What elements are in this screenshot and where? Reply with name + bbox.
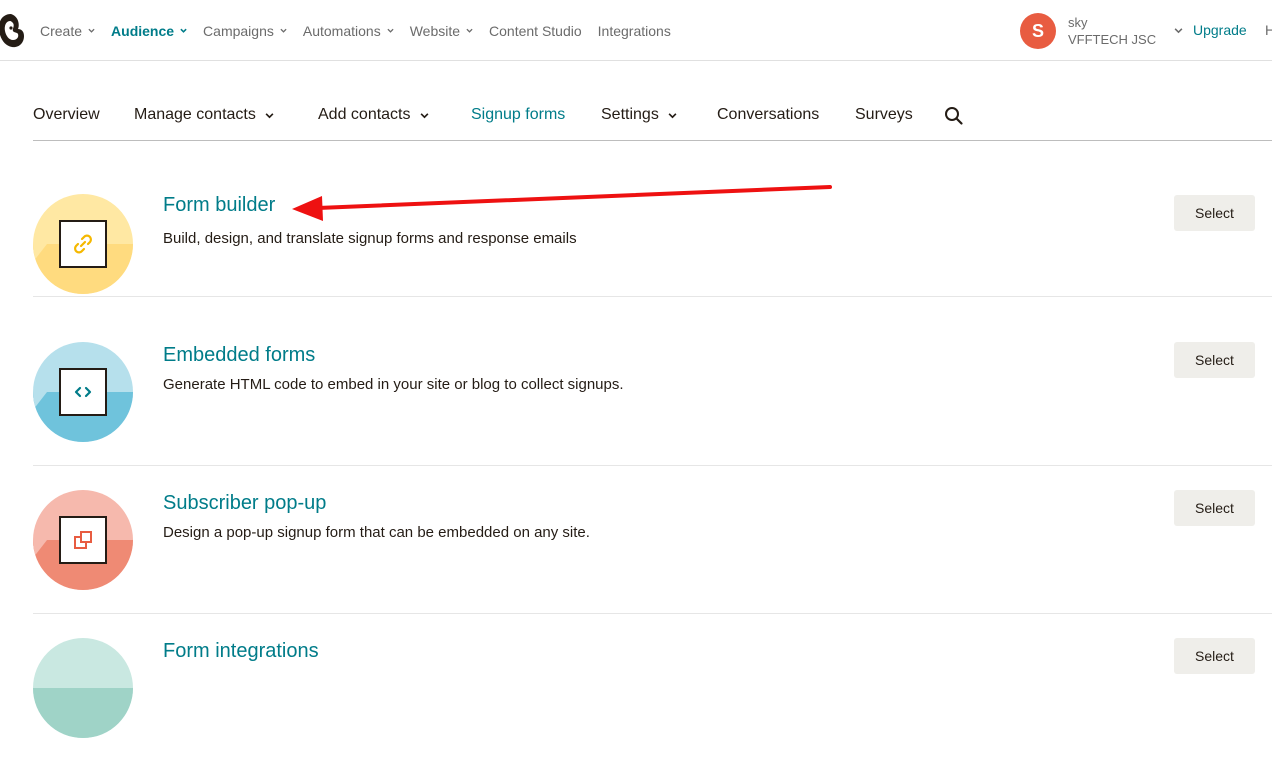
list-item-embedded-forms: Embedded forms Generate HTML code to emb… [33, 318, 1272, 466]
nav-integrations[interactable]: Integrations [598, 23, 671, 39]
mailchimp-logo-icon[interactable] [0, 12, 26, 50]
chevron-down-icon [387, 27, 394, 34]
tab-overview-label: Overview [33, 106, 100, 123]
chevron-down-icon [420, 111, 429, 120]
popup-icon [59, 516, 107, 564]
account-org: VFFTECH JSC [1068, 32, 1157, 47]
tab-settings-label: Settings [601, 106, 659, 123]
nav-automations-label: Automations [302, 22, 381, 39]
account-user: sky [1068, 15, 1088, 30]
form-builder-description: Build, design, and translate signup form… [163, 230, 577, 247]
nav-content-studio-label: Content Studio [489, 22, 582, 39]
list-item-subscriber-popup: Subscriber pop-up Design a pop-up signup… [33, 466, 1272, 614]
link-icon [59, 220, 107, 268]
embedded-forms-description: Generate HTML code to embed in your site… [163, 376, 624, 393]
nav-website[interactable]: Website [410, 23, 473, 39]
top-navigation: Create Audience Campaigns Automations We… [0, 0, 1272, 61]
list-item-form-integrations: Form integrations Select [33, 614, 1272, 762]
nav-audience-label: Audience [111, 22, 175, 39]
tab-signup-forms[interactable]: Signup forms [471, 106, 565, 124]
embedded-forms-title[interactable]: Embedded forms [163, 344, 315, 367]
tab-add-contacts[interactable]: Add contacts [318, 106, 429, 124]
embedded-forms-select-button[interactable]: Select [1174, 342, 1255, 378]
embedded-forms-illustration [33, 342, 133, 442]
tab-manage-contacts-label: Manage contacts [134, 106, 256, 123]
tab-conversations-label: Conversations [717, 106, 820, 123]
form-integrations-illustration [33, 638, 133, 738]
account-menu[interactable]: sky VFFTECH JSC [1068, 14, 1156, 48]
form-integrations-title[interactable]: Form integrations [163, 640, 319, 663]
chevron-down-icon [88, 27, 95, 34]
tab-surveys[interactable]: Surveys [855, 106, 913, 124]
nav-campaigns[interactable]: Campaigns [203, 23, 287, 39]
nav-integrations-label: Integrations [597, 22, 671, 39]
chevron-down-icon [466, 27, 473, 34]
nav-automations[interactable]: Automations [303, 23, 394, 39]
form-integrations-select-button[interactable]: Select [1174, 638, 1255, 674]
tab-add-contacts-label: Add contacts [318, 106, 411, 123]
avatar[interactable]: S [1020, 13, 1056, 49]
nav-audience[interactable]: Audience [111, 23, 187, 39]
form-builder-title[interactable]: Form builder [163, 194, 275, 217]
chevron-down-icon [265, 111, 274, 120]
chevron-down-icon [180, 27, 187, 34]
nav-create[interactable]: Create [40, 23, 95, 39]
form-builder-select-button[interactable]: Select [1174, 195, 1255, 231]
chevron-down-icon[interactable] [1174, 26, 1183, 34]
tab-manage-contacts[interactable]: Manage contacts [134, 106, 274, 124]
annotation-arrow [292, 185, 832, 221]
subscriber-popup-description: Design a pop-up signup form that can be … [163, 524, 590, 541]
nav-campaigns-label: Campaigns [203, 22, 274, 39]
tab-surveys-label: Surveys [855, 106, 913, 123]
code-icon [59, 368, 107, 416]
help-link[interactable]: H [1265, 22, 1272, 38]
tab-conversations[interactable]: Conversations [717, 106, 819, 124]
tab-settings[interactable]: Settings [601, 106, 677, 124]
main-menu: Create Audience Campaigns Automations We… [40, 0, 687, 61]
subscriber-popup-select-button[interactable]: Select [1174, 490, 1255, 526]
nav-content-studio[interactable]: Content Studio [489, 23, 582, 39]
audience-subnav: Overview Manage contacts Add contacts Si… [33, 92, 1272, 141]
nav-create-label: Create [40, 22, 83, 39]
subscriber-popup-illustration [33, 490, 133, 590]
subscriber-popup-title[interactable]: Subscriber pop-up [163, 492, 326, 515]
chevron-down-icon [668, 111, 677, 120]
form-builder-illustration [33, 194, 133, 294]
upgrade-link[interactable]: Upgrade [1193, 22, 1247, 38]
nav-website-label: Website [409, 22, 461, 39]
tab-signup-forms-label: Signup forms [471, 106, 566, 123]
tab-overview[interactable]: Overview [33, 106, 100, 124]
search-icon[interactable] [944, 106, 964, 126]
chevron-down-icon [280, 27, 287, 34]
